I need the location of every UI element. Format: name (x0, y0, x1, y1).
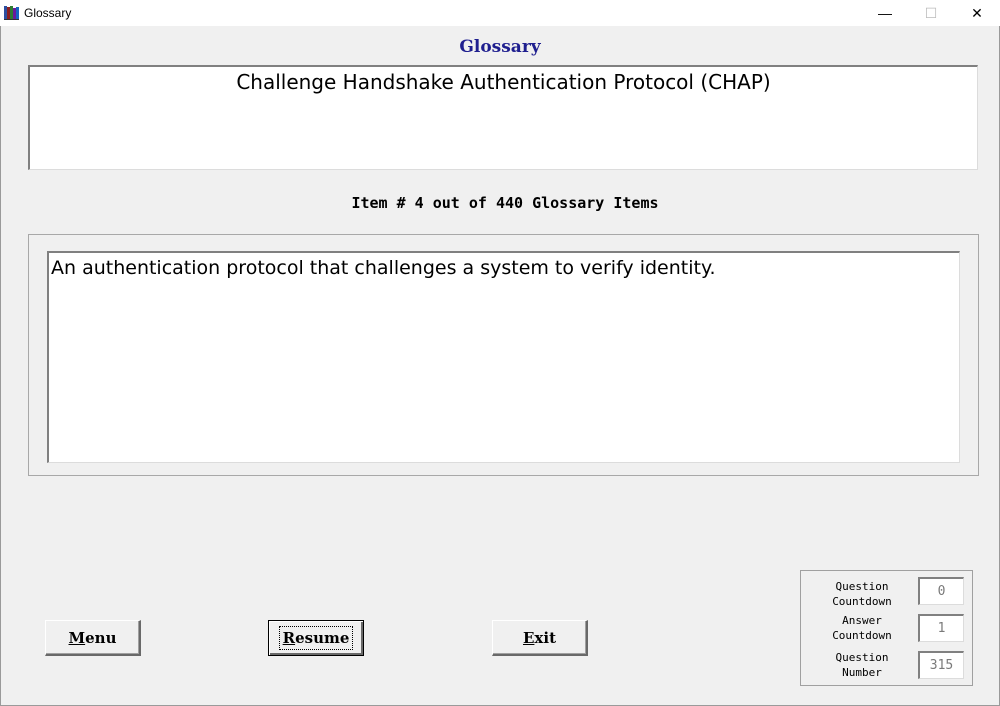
question-countdown-label-line1: Question (835, 580, 889, 593)
resume-button-label: esume (295, 629, 350, 647)
question-number-label-line2: Number (842, 666, 882, 679)
definition-textbox[interactable]: An authentication protocol that challeng… (47, 251, 960, 463)
resume-button-accel: R (282, 629, 296, 647)
counter-panel: Question Countdown 0 Answer Countdown 1 … (800, 570, 973, 686)
exit-button-label: xit (534, 628, 556, 647)
menu-button[interactable]: Menu (45, 620, 141, 656)
definition-frame: An authentication protocol that challeng… (28, 234, 979, 476)
menu-button-accel: M (68, 628, 86, 647)
exit-button-accel: E (522, 628, 535, 647)
term-textbox[interactable]: Challenge Handshake Authentication Proto… (28, 65, 978, 170)
answer-countdown-label-line1: Answer (842, 614, 882, 627)
window-border-left (0, 26, 1, 706)
exit-button[interactable]: Exit (492, 620, 588, 656)
page-heading: Glossary (459, 37, 541, 57)
question-countdown-label: Question Countdown (817, 579, 907, 609)
answer-countdown-value: 1 (918, 614, 964, 642)
question-number-label-line1: Question (835, 651, 889, 664)
window-titlebar: Glossary — ☐ ✕ (0, 0, 1000, 26)
question-countdown-value: 0 (918, 577, 964, 605)
answer-countdown-label: Answer Countdown (817, 613, 907, 643)
minimize-button[interactable]: — (862, 0, 908, 26)
question-number-value: 315 (918, 651, 964, 679)
window-title: Glossary (24, 6, 72, 20)
books-icon (4, 5, 19, 20)
definition-text: An authentication protocol that challeng… (51, 257, 716, 279)
question-number-label: Question Number (817, 650, 907, 680)
answer-countdown-label-line2: Countdown (832, 629, 892, 642)
resume-button[interactable]: Resume (268, 620, 364, 656)
maximize-button[interactable]: ☐ (908, 0, 954, 26)
item-count-label: Item # 4 out of 440 Glossary Items (351, 194, 659, 212)
term-text: Challenge Handshake Authentication Proto… (236, 70, 771, 94)
menu-button-label: enu (85, 628, 117, 647)
question-countdown-label-line2: Countdown (832, 595, 892, 608)
close-button[interactable]: ✕ (954, 0, 1000, 26)
